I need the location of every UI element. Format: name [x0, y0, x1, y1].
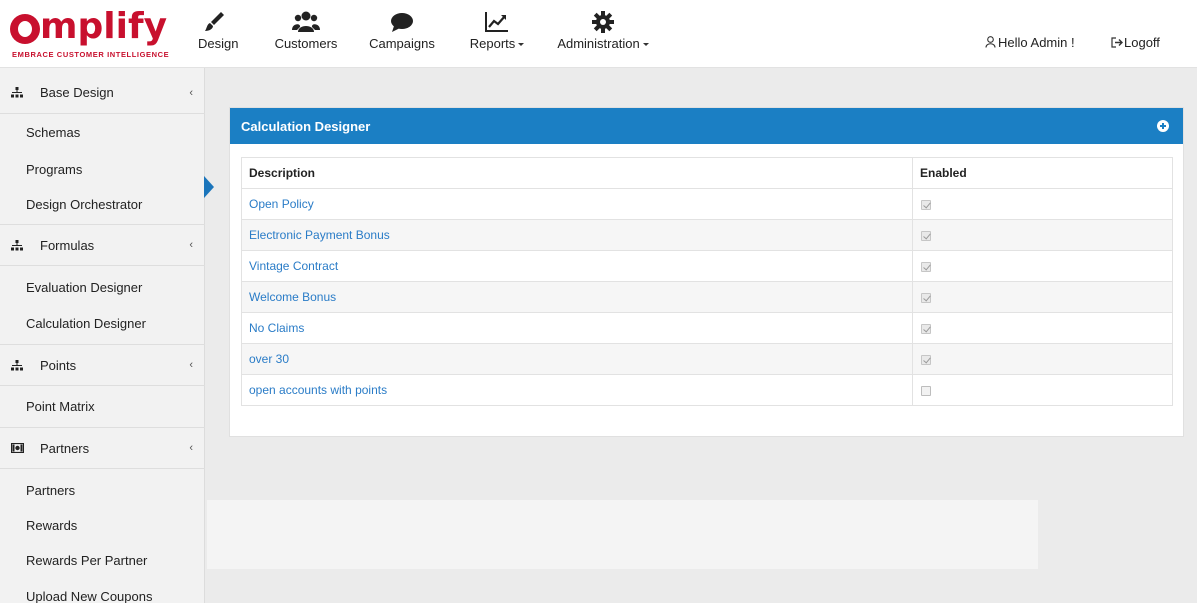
enabled-cell	[912, 312, 1173, 344]
logoff-link[interactable]: Logoff	[1111, 35, 1160, 51]
calculations-table: Description Enabled Open Policy Electroni…	[241, 157, 1173, 406]
user-greeting[interactable]: Hello Admin !	[985, 35, 1075, 51]
enabled-cell	[912, 188, 1173, 220]
enabled-cell	[912, 343, 1173, 375]
table-row[interactable]: Vintage Contract	[241, 250, 1173, 282]
user-icon	[985, 36, 996, 51]
line-chart-icon	[467, 10, 527, 34]
sidebar-group-label: Points	[40, 357, 77, 373]
gear-icon	[554, 10, 652, 34]
nav-reports[interactable]: Reports	[467, 10, 527, 58]
sidebar-group-base-design[interactable]: Base Design ‹	[0, 72, 205, 114]
chevron-left-icon: ‹	[189, 442, 193, 454]
calculation-description-link[interactable]: Electronic Payment Bonus	[241, 219, 913, 251]
logoff-text: Logoff	[1124, 35, 1160, 50]
sitemap-icon	[10, 359, 24, 371]
sidebar-group-partners[interactable]: Partners ‹	[0, 427, 205, 469]
table-row[interactable]: over 30	[241, 343, 1173, 375]
nav-administration-text: Administration	[554, 36, 652, 51]
chevron-down-icon	[642, 43, 649, 47]
chevron-down-icon	[518, 43, 525, 47]
brush-icon	[198, 10, 232, 34]
calculation-description-link[interactable]: Vintage Contract	[241, 250, 913, 282]
table-row[interactable]: Electronic Payment Bonus	[241, 219, 1173, 251]
nav-campaigns-label: Campaigns	[369, 36, 435, 51]
logo-text-visible: mplify	[40, 6, 168, 47]
sidebar-toggle-arrow[interactable]	[204, 176, 214, 198]
sitemap-icon	[10, 87, 24, 98]
panel-title: Calculation Designer	[241, 118, 371, 134]
nav-administration-label: Administration	[557, 36, 640, 51]
amplify-logo[interactable]: amplifymplify EMBRACE CUSTOMER INTELLIGE…	[10, 6, 180, 62]
logo-wordmark: amplifymplify	[10, 6, 167, 48]
nav-reports-label: Reports	[469, 36, 516, 51]
table-row[interactable]: open accounts with points	[241, 374, 1173, 406]
enabled-cell	[912, 250, 1173, 282]
enabled-cell	[912, 219, 1173, 251]
money-icon	[10, 443, 24, 453]
sidebar-item-programs[interactable]: Programs	[26, 162, 82, 177]
sidebar-item-design-orchestrator[interactable]: Design Orchestrator	[26, 197, 142, 212]
sidebar-group-formulas[interactable]: Formulas ‹	[0, 224, 205, 266]
table-body: Open Policy Electronic Payment Bonus Vinta…	[241, 188, 1173, 406]
column-header-description[interactable]: Description	[241, 157, 913, 189]
sidebar-group-label: Partners	[40, 440, 90, 456]
sidebar-item-partners[interactable]: Partners	[26, 483, 75, 498]
sidebar-group-label: Base Design	[40, 85, 114, 100]
calculation-description-link[interactable]: Open Policy	[241, 188, 913, 220]
chevron-left-icon: ‹	[189, 359, 193, 371]
nav-design-label: Design	[198, 36, 239, 51]
enabled-cell	[912, 374, 1173, 406]
calculation-description-link[interactable]: Welcome Bonus	[241, 281, 913, 313]
chevron-left-icon: ‹	[189, 86, 193, 99]
nav-customers[interactable]: Customers	[272, 10, 340, 58]
enabled-checkbox[interactable]	[921, 354, 931, 365]
sidebar-item-rewards[interactable]: Rewards	[26, 518, 77, 533]
sidebar: Base Design ‹ Schemas Programs Design Or…	[0, 68, 205, 603]
sidebar-group-points[interactable]: Points ‹	[0, 344, 205, 386]
enabled-checkbox[interactable]	[921, 385, 931, 396]
calculation-designer-panel: Calculation Designer Description Enabled…	[229, 107, 1184, 437]
nav-design[interactable]: Design	[198, 10, 239, 58]
enabled-checkbox[interactable]	[921, 230, 931, 241]
sidebar-item-evaluation-designer[interactable]: Evaluation Designer	[26, 280, 142, 295]
logo-mark-icon	[10, 14, 40, 44]
top-navbar: amplifymplify EMBRACE CUSTOMER INTELLIGE…	[0, 0, 1197, 68]
column-header-enabled[interactable]: Enabled	[912, 157, 1173, 189]
table-row[interactable]: Welcome Bonus	[241, 281, 1173, 313]
enabled-checkbox[interactable]	[921, 292, 931, 303]
greeting-text: Hello Admin !	[998, 35, 1075, 50]
calculation-description-link[interactable]: over 30	[241, 343, 913, 375]
table-row[interactable]: No Claims	[241, 312, 1173, 344]
enabled-cell	[912, 281, 1173, 313]
users-icon	[272, 10, 340, 34]
add-icon[interactable]	[1157, 120, 1169, 132]
sidebar-item-upload-new-coupons[interactable]: Upload New Coupons	[26, 589, 152, 603]
sidebar-item-rewards-per-partner[interactable]: Rewards Per Partner	[26, 553, 147, 568]
table-row[interactable]: Open Policy	[241, 188, 1173, 220]
logoff-icon	[1111, 36, 1123, 51]
panel-header: Calculation Designer	[230, 108, 1183, 144]
sidebar-item-calculation-designer[interactable]: Calculation Designer	[26, 316, 146, 331]
enabled-checkbox[interactable]	[921, 199, 931, 210]
nav-customers-label: Customers	[274, 36, 338, 51]
footer-area	[207, 500, 1038, 569]
nav-reports-text: Reports	[467, 36, 527, 51]
sidebar-item-point-matrix[interactable]: Point Matrix	[26, 399, 95, 414]
speech-bubble-icon	[369, 10, 435, 34]
sitemap-icon	[10, 239, 24, 251]
nav-campaigns[interactable]: Campaigns	[369, 10, 435, 58]
enabled-checkbox[interactable]	[921, 323, 931, 334]
logo-tagline: EMBRACE CUSTOMER INTELLIGENCE	[12, 50, 170, 59]
sidebar-group-label: Formulas	[40, 237, 95, 253]
calculation-description-link[interactable]: No Claims	[241, 312, 913, 344]
nav-administration[interactable]: Administration	[554, 10, 652, 58]
chevron-left-icon: ‹	[189, 239, 193, 251]
calculation-description-link[interactable]: open accounts with points	[241, 374, 913, 406]
sidebar-item-schemas[interactable]: Schemas	[26, 125, 80, 140]
table-header-row: Description Enabled	[241, 157, 1173, 189]
enabled-checkbox[interactable]	[921, 261, 931, 272]
